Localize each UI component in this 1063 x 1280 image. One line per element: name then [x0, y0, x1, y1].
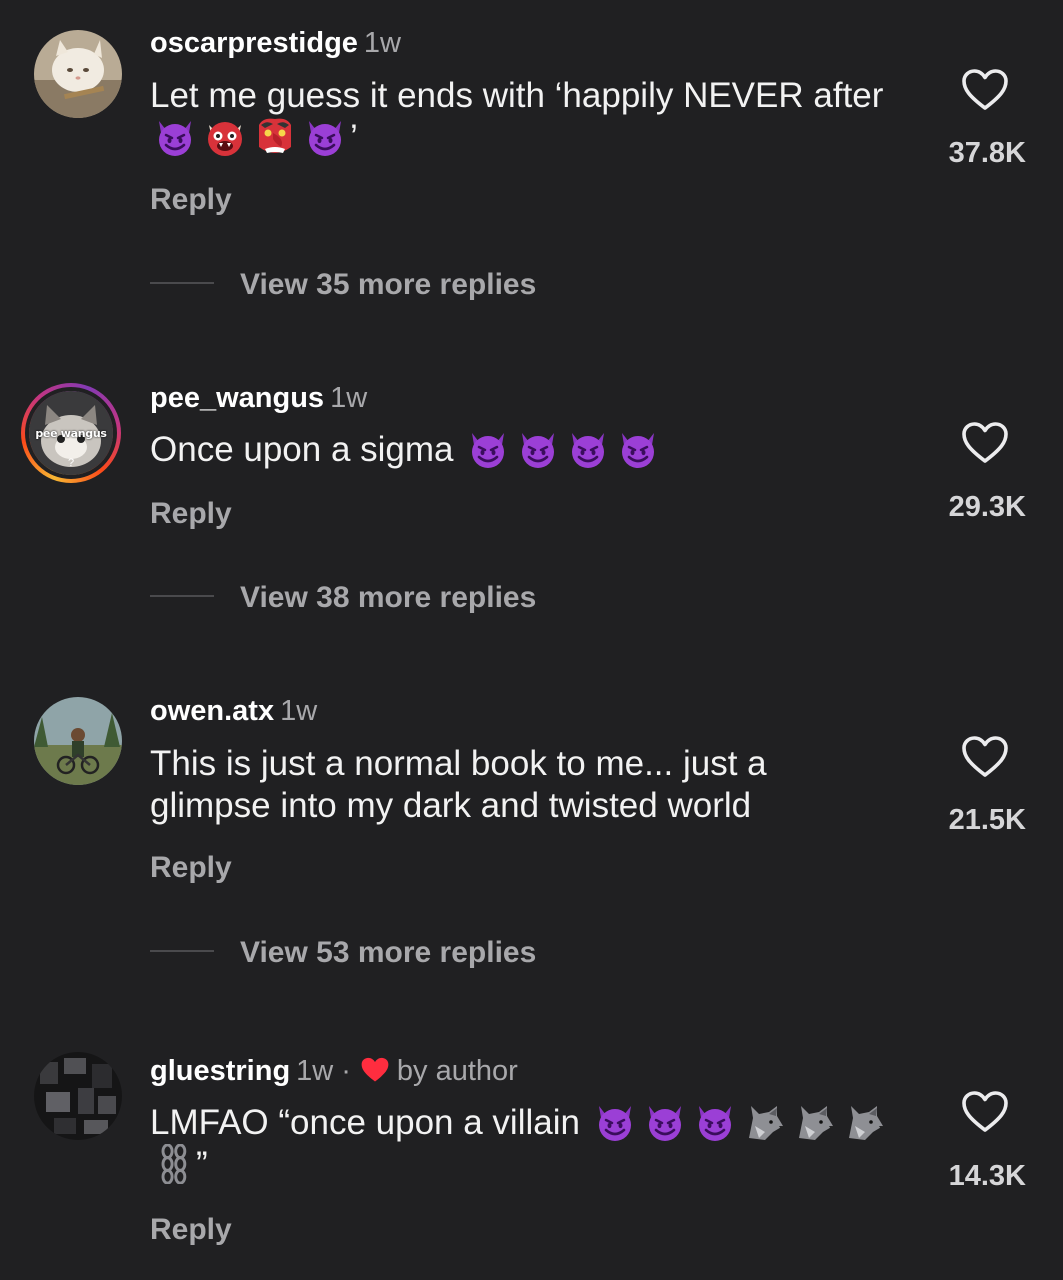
timestamp: 1w [363, 27, 401, 59]
avatar-caption: pee wangus [35, 427, 107, 440]
username[interactable]: gluestring [150, 1055, 290, 1087]
wolf-icon [843, 1102, 887, 1142]
view-more-label: View 53 more replies [240, 936, 537, 969]
reply-button[interactable]: Reply [150, 1213, 232, 1247]
username[interactable]: pee_wangus [150, 382, 324, 414]
smiling-devil-icon [153, 117, 197, 157]
heart-outline-icon[interactable] [961, 1090, 1009, 1134]
heart-outline-icon[interactable] [961, 68, 1009, 112]
comment-header: owen.atx 1w [150, 694, 317, 728]
view-more-replies[interactable]: View 35 more replies [150, 268, 536, 302]
cat-avatar-icon [34, 30, 122, 118]
like-count: 14.3K [948, 1160, 1026, 1192]
avatar[interactable] [34, 1052, 122, 1140]
comment-text: Let me guess it ends with ‘happily NEVER… [150, 75, 910, 159]
wolf-icon [793, 1102, 837, 1142]
avatar[interactable] [34, 30, 122, 118]
smiling-devil-icon [616, 429, 660, 469]
reply-button[interactable]: Reply [150, 497, 232, 531]
divider [150, 595, 214, 597]
bike-rider-avatar-icon [34, 697, 122, 785]
chains-icon [153, 1144, 193, 1184]
comment-text: LMFAO “once upon a villain ” [150, 1102, 910, 1186]
dark-collage-avatar-icon [34, 1052, 122, 1140]
ogre-icon [203, 117, 247, 157]
separator: · [341, 1055, 351, 1087]
goblin-icon [253, 117, 297, 157]
username[interactable]: owen.atx [150, 695, 274, 727]
reply-button[interactable]: Reply [150, 183, 232, 217]
username[interactable]: oscarprestidge [150, 27, 358, 59]
like-count: 21.5K [948, 804, 1026, 836]
timestamp: 1w [280, 695, 318, 727]
divider [150, 950, 214, 952]
divider [150, 282, 214, 284]
comment-text-body: LMFAO “once upon a villain [150, 1103, 580, 1142]
smiling-devil-icon [593, 1102, 637, 1142]
smiling-devil-icon [566, 429, 610, 469]
like-count: 29.3K [948, 491, 1026, 523]
liked-heart-icon [361, 1057, 389, 1082]
timestamp: 1w [330, 382, 368, 414]
heart-outline-icon[interactable] [961, 735, 1009, 779]
comment-text-body: Let me guess it ends with ‘happily NEVER… [150, 76, 884, 115]
smiling-devil-icon [303, 117, 347, 157]
wolf-icon [743, 1102, 787, 1142]
avatar-mark: ? [67, 457, 75, 469]
comment-text-close: ” [196, 1145, 208, 1184]
comment-text: Once upon a sigma [150, 429, 910, 471]
smiling-devil-icon [693, 1102, 737, 1142]
smiling-devil-icon [516, 429, 560, 469]
smiling-devil-icon [643, 1102, 687, 1142]
liked-by-author: by author [396, 1055, 518, 1087]
reply-button[interactable]: Reply [150, 851, 232, 885]
view-more-replies[interactable]: View 38 more replies [150, 581, 536, 615]
comment-text-body: Once upon a sigma [150, 430, 454, 469]
view-more-label: View 38 more replies [240, 581, 537, 614]
avatar[interactable]: pee wangus ? [21, 383, 121, 483]
view-more-label: View 35 more replies [240, 268, 537, 301]
timestamp: 1w [296, 1055, 334, 1087]
comment-header: oscarprestidge 1w [150, 26, 401, 60]
view-more-replies[interactable]: View 53 more replies [150, 936, 536, 970]
avatar-image: pee wangus ? [25, 387, 117, 479]
avatar[interactable] [34, 697, 122, 785]
smiling-devil-icon [466, 429, 510, 469]
like-count: 37.8K [948, 137, 1026, 169]
comment-header: gluestring 1w · by author [150, 1054, 518, 1088]
heart-outline-icon[interactable] [961, 421, 1009, 465]
comment-text-close: ’ [350, 118, 358, 157]
comment-text: This is just a normal book to me... just… [150, 744, 767, 825]
comment-header: pee_wangus 1w [150, 381, 367, 415]
